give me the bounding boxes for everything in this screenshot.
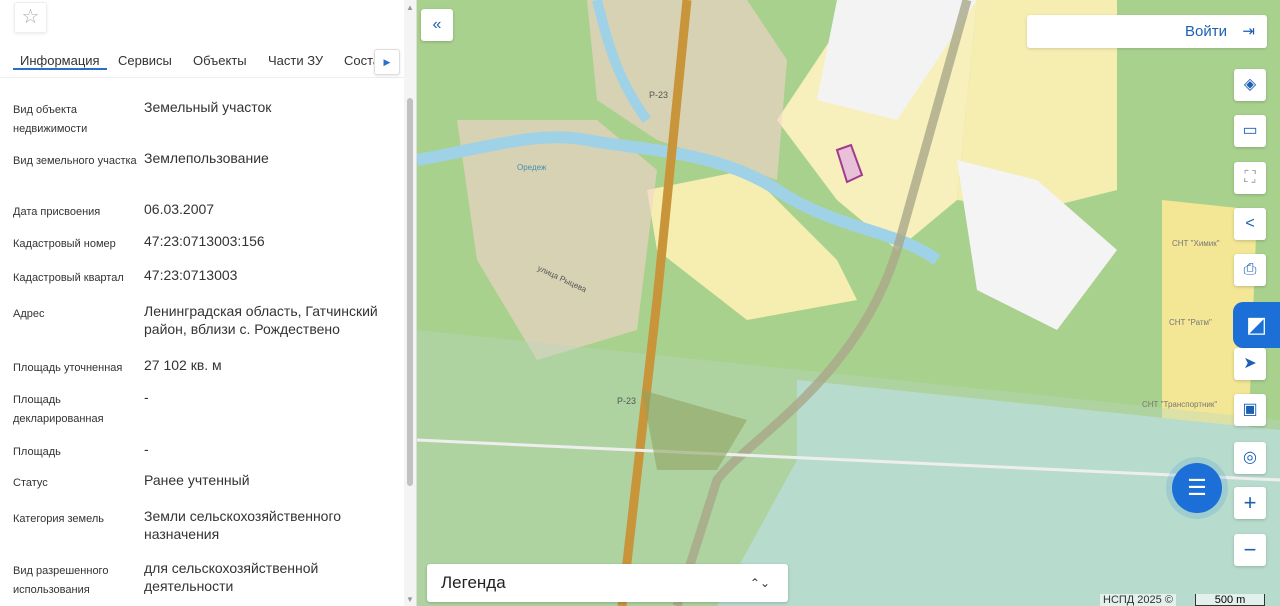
field-value: 47:23:0713003:156 [144,233,265,249]
legend-dropdown[interactable]: Легенда ⌃⌄ [427,564,788,602]
field-label: Площадь [13,446,61,458]
field-label: Вид разрешенного использования [13,565,109,596]
minimap-icon[interactable]: ▣ [1234,394,1266,426]
chat-icon[interactable]: ☰ [1172,463,1222,513]
tabs-next-button[interactable]: ▶ [374,49,400,75]
field-label: Вид объекта недвижимости [13,104,88,135]
field-label: Площадь уточненная [13,362,123,374]
tab-parts[interactable]: Части ЗУ [268,53,323,68]
gosuslugi-icon[interactable]: ◩ [1233,302,1280,348]
tab-bar: Информация Сервисы Объекты Части ЗУ Сост… [0,44,404,78]
share-icon[interactable]: < [1234,208,1266,240]
select-area-icon[interactable]: ⛶ [1234,162,1266,194]
field-value: Земельный участок [144,99,272,115]
scroll-down-icon[interactable]: ▼ [406,595,414,604]
field-label: Категория земель [13,513,104,525]
scale-bar: 500 m [1195,594,1265,606]
field-value: - [144,389,149,405]
field-label: Площадь декларированная [13,394,104,425]
scroll-up-icon[interactable]: ▲ [406,3,414,12]
collapse-panel-button[interactable]: « [421,9,453,41]
legend-label: Легенда [441,573,506,592]
layers-icon[interactable]: ◈ [1234,69,1266,101]
zoom-out-button[interactable]: − [1234,534,1266,566]
tab-objects[interactable]: Объекты [193,53,247,68]
field-value: для сельскохозяйственной деятельности [144,560,319,594]
map-label-snt3: СНТ "Транспортник" [1142,400,1217,409]
info-panel: ☆ Информация Сервисы Объекты Части ЗУ Со… [0,0,417,606]
field-label: Вид земельного участка [13,155,137,167]
zoom-in-button[interactable]: + [1234,487,1266,519]
scrollbar-thumb[interactable] [407,98,413,486]
field-label: Кадастровый номер [13,238,116,250]
tab-info[interactable]: Информация [13,53,107,70]
map-label-road2: Р-23 [649,90,668,100]
field-value: 47:23:0713003 [144,267,238,283]
chevron-updown-icon: ⌃⌄ [749,576,770,590]
field-label: Дата присвоения [13,206,101,218]
favorite-star-icon[interactable]: ☆ [14,2,47,33]
map-label-river: Оредеж [517,163,547,172]
field-label: Кадастровый квартал [13,272,124,284]
field-value: 27 102 кв. м [144,357,222,373]
login-icon: ⇥ [1242,23,1255,40]
locate-icon[interactable]: ◎ [1234,442,1266,474]
field-value: 06.03.2007 [144,201,215,217]
field-value: Земли сельскохозяйственного назначения [144,508,342,542]
ruler-icon[interactable]: ▭ [1234,115,1266,147]
map-label-snt2: СНТ "Ратм" [1169,318,1212,327]
field-value: Ленинградская область, Гатчинский район,… [144,303,378,337]
map-canvas[interactable]: Р-23 Р-23 СНТ "Химик" СНТ "Ратм" СНТ "Тр… [417,0,1280,606]
panel-scrollbar[interactable]: ▲ ▼ [404,0,416,606]
map-label-road: Р-23 [617,396,636,406]
print-icon[interactable]: ⎙ [1234,254,1266,286]
field-value: - [144,441,149,457]
field-value: Землепользование [144,150,269,166]
tab-services[interactable]: Сервисы [118,53,172,68]
login-label: Войти [1185,23,1227,40]
field-label: Адрес [13,308,45,320]
field-value: Ранее учтенный [144,472,250,488]
map-label-snt1: СНТ "Химик" [1172,239,1220,248]
navigate-icon[interactable]: ➤ [1234,348,1266,380]
login-button[interactable]: Войти ⇥ [1027,15,1267,48]
field-label: Статус [13,477,48,489]
map-graphics: Р-23 Р-23 СНТ "Химик" СНТ "Ратм" СНТ "Тр… [417,0,1280,606]
copyright: НСПД 2025 © [1100,594,1176,606]
